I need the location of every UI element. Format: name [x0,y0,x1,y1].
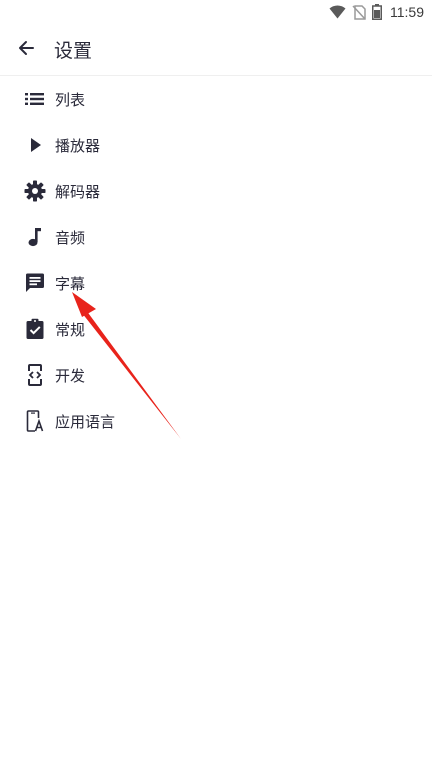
wifi-icon [329,5,346,19]
menu-item-audio[interactable]: 音频 [0,214,432,260]
page-title: 设置 [54,40,93,62]
menu-item-app-language[interactable]: 应用语言 [0,398,432,444]
developer-icon [24,364,46,386]
menu-item-developer[interactable]: 开发 [0,352,432,398]
app-language-icon [24,410,46,432]
play-icon [24,134,46,156]
battery-icon [372,4,382,20]
music-note-icon [24,226,46,248]
menu-item-list[interactable]: 列表 [0,76,432,122]
menu-item-label: 常规 [55,320,86,339]
menu-item-decoder[interactable]: 解码器 [0,168,432,214]
menu-item-label: 播放器 [55,136,101,155]
settings-menu: 列表 播放器 解码器 音频 字幕 常规 开发 应用语言 [0,76,432,444]
list-icon [24,88,46,110]
arrow-left-icon [16,38,36,62]
app-bar: 设置 [0,24,432,76]
menu-item-label: 解码器 [55,182,101,201]
menu-item-label: 音频 [55,228,86,247]
back-button[interactable] [0,24,52,76]
status-time: 11:59 [390,4,424,20]
no-sim-icon [352,4,366,20]
menu-item-label: 字幕 [55,274,86,293]
menu-item-label: 列表 [55,90,86,109]
subtitle-icon [24,272,46,294]
menu-item-label: 开发 [55,366,86,385]
menu-item-subtitle[interactable]: 字幕 [0,260,432,306]
status-bar: 11:59 [0,0,432,24]
menu-item-general[interactable]: 常规 [0,306,432,352]
clipboard-check-icon [24,318,46,340]
gear-icon [24,180,46,202]
menu-item-player[interactable]: 播放器 [0,122,432,168]
menu-item-label: 应用语言 [55,412,116,431]
